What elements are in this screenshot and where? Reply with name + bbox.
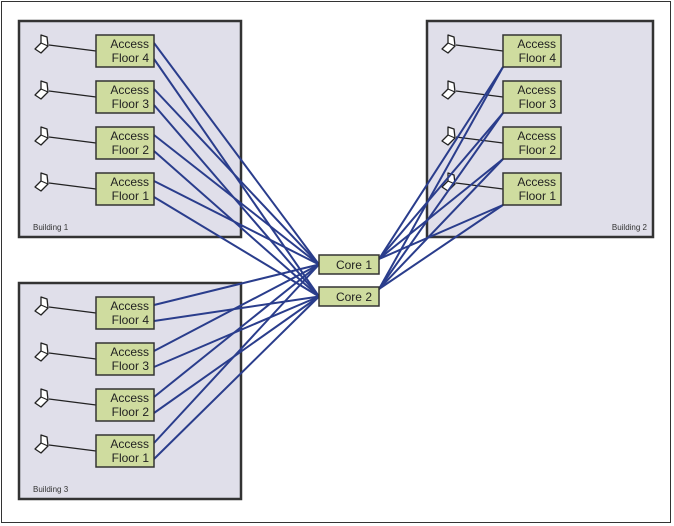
switch-label-line1: Access	[110, 129, 149, 143]
switch-label-line2: Floor 1	[519, 189, 557, 203]
switch-label-line1: Access	[110, 37, 149, 51]
core-switch-1[interactable]: Core 1	[318, 254, 380, 275]
switch-label-line1: Access	[110, 175, 149, 189]
switch-label-line1: Access	[517, 83, 556, 97]
switch-label-line2: Floor 1	[112, 451, 150, 465]
switch-label-line2: Floor 4	[112, 51, 150, 65]
building-label: Building 1	[33, 223, 69, 232]
building-label: Building 2	[612, 223, 648, 232]
switch-label-line1: Access	[110, 345, 149, 359]
core-label: Core 1	[336, 258, 372, 272]
switch-label-line1: Access	[517, 175, 556, 189]
access-switch-floor-1[interactable]: AccessFloor 1	[502, 172, 562, 206]
switch-label-line2: Floor 3	[112, 97, 150, 111]
access-switch-floor-3[interactable]: AccessFloor 3	[95, 342, 155, 376]
switch-label-line1: Access	[517, 37, 556, 51]
switch-label-line1: Access	[110, 299, 149, 313]
switch-label-line2: Floor 2	[112, 143, 150, 157]
access-switch-floor-1[interactable]: AccessFloor 1	[95, 172, 155, 206]
building-label: Building 3	[33, 485, 69, 494]
core-label: Core 2	[336, 290, 372, 304]
switch-label-line2: Floor 3	[519, 97, 557, 111]
switch-label-line2: Floor 4	[519, 51, 557, 65]
switch-label-line1: Access	[110, 437, 149, 451]
access-switch-floor-4[interactable]: AccessFloor 4	[95, 296, 155, 330]
switch-label-line2: Floor 1	[112, 189, 150, 203]
access-switch-floor-3[interactable]: AccessFloor 3	[95, 80, 155, 114]
access-switch-floor-3[interactable]: AccessFloor 3	[502, 80, 562, 114]
access-switch-floor-2[interactable]: AccessFloor 2	[502, 126, 562, 160]
access-switch-floor-4[interactable]: AccessFloor 4	[502, 34, 562, 68]
switch-label-line2: Floor 2	[519, 143, 557, 157]
switch-label-line2: Floor 2	[112, 405, 150, 419]
switch-label-line2: Floor 3	[112, 359, 150, 373]
access-switch-floor-2[interactable]: AccessFloor 2	[95, 126, 155, 160]
core-switch-2[interactable]: Core 2	[318, 286, 380, 307]
switch-label-line1: Access	[517, 129, 556, 143]
switch-label-line1: Access	[110, 391, 149, 405]
network-diagram: Building 1 Building 2Building 3AccessFloo…	[17, 19, 655, 501]
switch-label-line2: Floor 4	[112, 313, 150, 327]
access-switch-floor-4[interactable]: AccessFloor 4	[95, 34, 155, 68]
access-switch-floor-1[interactable]: AccessFloor 1	[95, 434, 155, 468]
switch-label-line1: Access	[110, 83, 149, 97]
access-switch-floor-2[interactable]: AccessFloor 2	[95, 388, 155, 422]
